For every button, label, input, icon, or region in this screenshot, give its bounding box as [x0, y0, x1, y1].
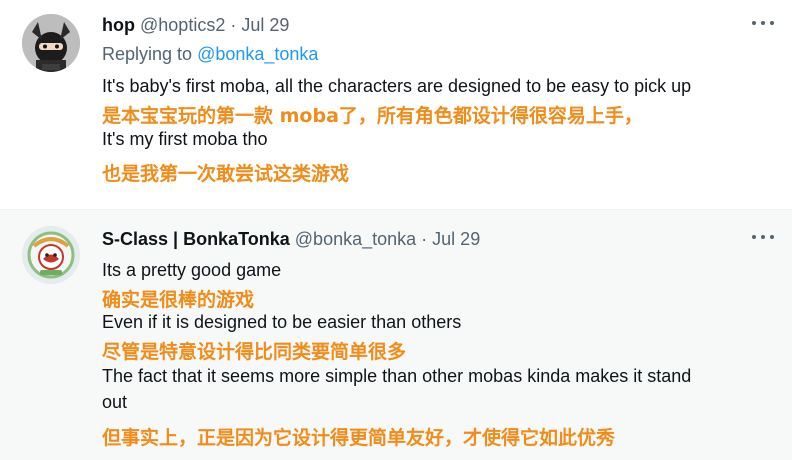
more-options-icon [752, 235, 756, 239]
tweet-text-line: It's baby's first moba, all the characte… [102, 76, 692, 96]
author-handle[interactable]: @bonka_tonka [295, 229, 416, 249]
tweet-text-line: The fact that it seems more simple than … [102, 366, 692, 386]
avatar-badge-icon [22, 226, 80, 284]
author-name[interactable]: S-Class | BonkaTonka [102, 229, 290, 249]
tweet-text-line: Even if it is designed to be easier than… [102, 312, 462, 332]
more-options-icon [752, 21, 756, 25]
tweet-hop[interactable]: hop @hoptics2 · Jul 29 Replying to @bonk… [0, 0, 792, 210]
replying-prefix: Replying to [102, 44, 193, 64]
replying-mention-link[interactable]: @bonka_tonka [197, 44, 318, 64]
avatar-hop[interactable] [22, 14, 80, 72]
tweet-text-line: out [102, 392, 128, 412]
tweet-header: S-Class | BonkaTonka @bonka_tonka · Jul … [102, 229, 480, 250]
tweet-header: hop @hoptics2 · Jul 29 [102, 15, 289, 36]
tweet-text-line: It's my first moba tho [102, 129, 268, 149]
translation-line: 也是我第一次敢尝试这类游戏 [102, 163, 350, 185]
header-separator: · [230, 15, 237, 35]
author-handle[interactable]: @hoptics2 [140, 15, 225, 35]
translation-line: 但事实上，正是因为它设计得更简单友好，才使得它如此优秀 [102, 427, 616, 449]
tweet-text-line: Its a pretty good game [102, 260, 282, 280]
translation-line: 尽管是特意设计得比同类要简单很多 [102, 341, 407, 363]
more-options-button[interactable] [750, 230, 776, 244]
more-options-button[interactable] [750, 16, 776, 30]
replying-to: Replying to @bonka_tonka [102, 44, 318, 65]
avatar-ninja-icon [22, 14, 80, 72]
avatar-bonkatonka[interactable] [22, 226, 80, 284]
header-separator: · [421, 229, 428, 249]
tweet-bonkatonka[interactable]: S-Class | BonkaTonka @bonka_tonka · Jul … [0, 210, 792, 460]
tweet-date[interactable]: Jul 29 [432, 229, 480, 249]
translation-line: 是本宝宝玩的第一款 moba了，所有角色都设计得很容易上手， [102, 105, 643, 127]
tweet-date[interactable]: Jul 29 [241, 15, 289, 35]
translation-line: 确实是很棒的游戏 [102, 289, 255, 311]
author-name[interactable]: hop [102, 15, 135, 35]
